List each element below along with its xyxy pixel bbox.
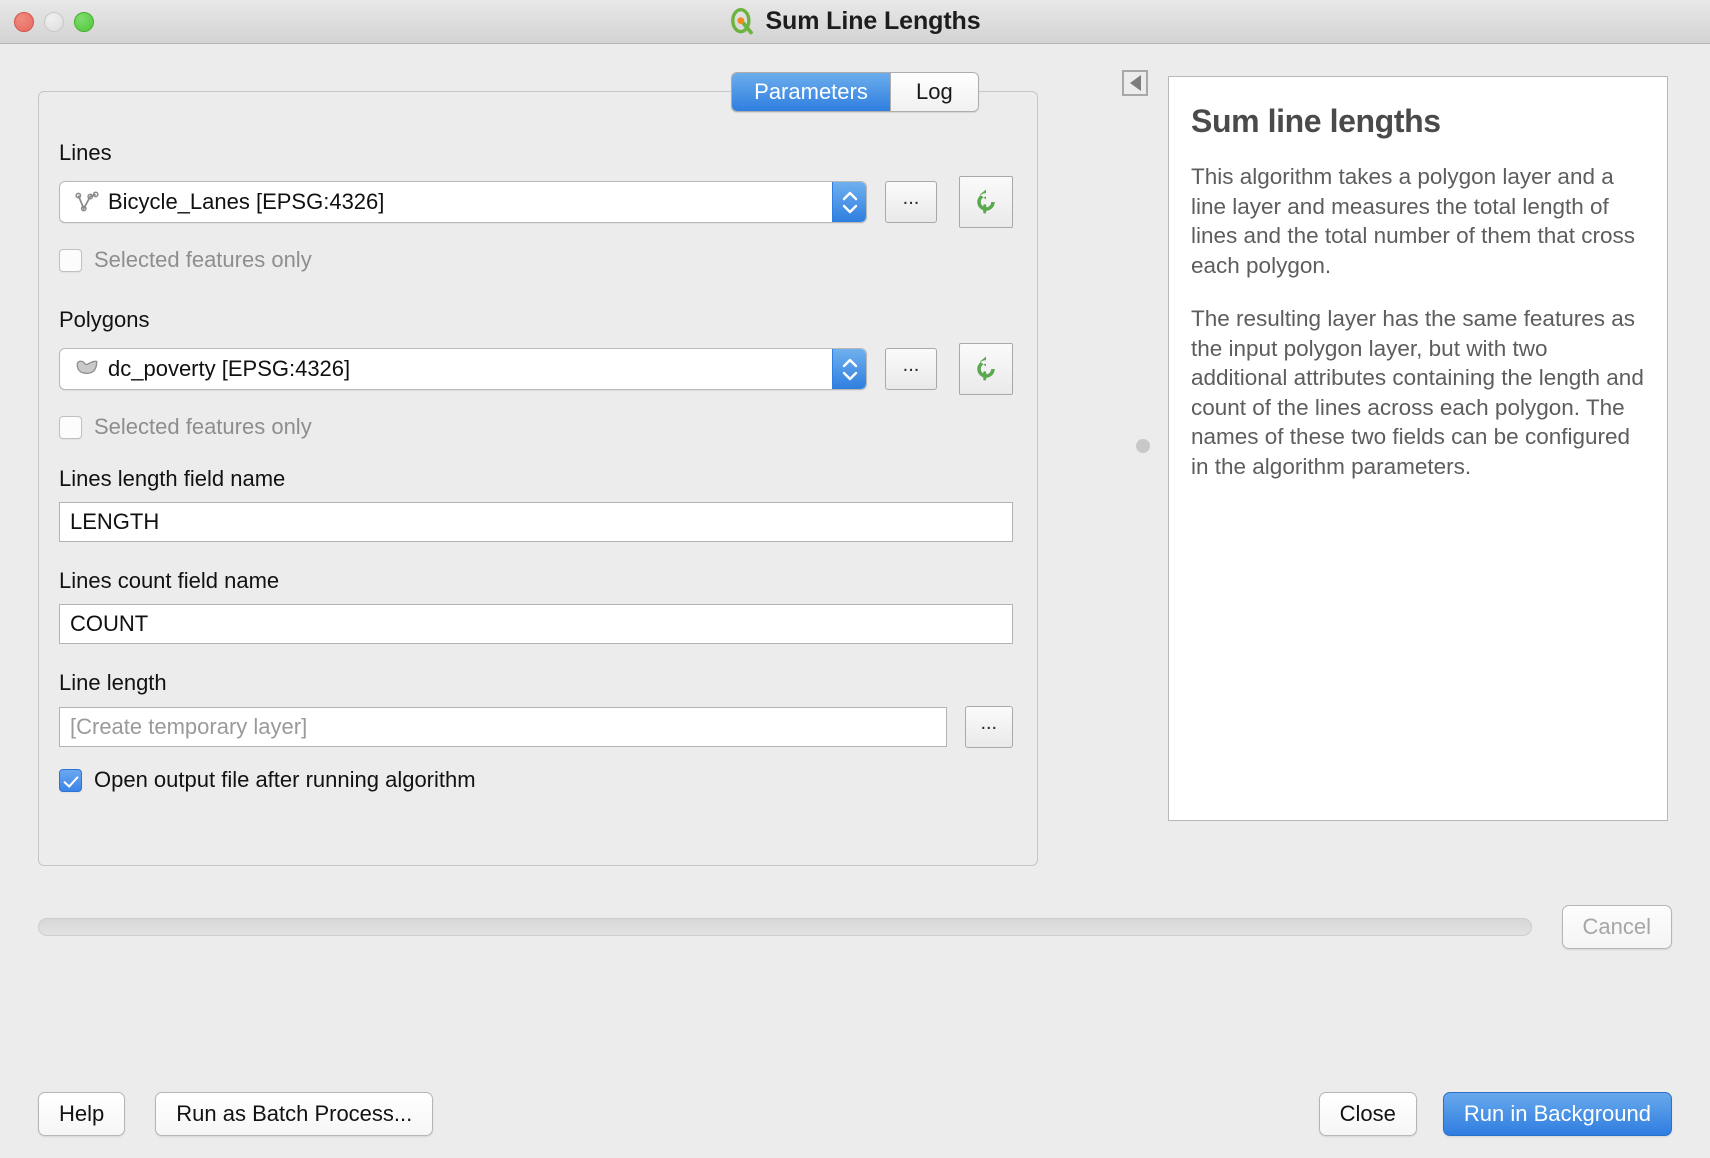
polygons-selected-only-label: Selected features only xyxy=(94,414,312,439)
output-browse-button[interactable]: ... xyxy=(964,706,1013,748)
tab-log[interactable]: Log xyxy=(889,73,978,111)
qgis-logo-icon xyxy=(731,8,754,35)
open-output-checkbox[interactable] xyxy=(59,768,82,792)
dialog-content: Parameters Log Lines Bicycle_Lanes [EPSG… xyxy=(0,44,1710,1158)
count-field-label: Lines count field name xyxy=(59,568,280,593)
progress-row: Cancel xyxy=(0,899,1710,955)
traffic-light-group xyxy=(14,0,94,44)
polygons-combo-value: dc_poverty [EPSG:4326] xyxy=(108,356,351,381)
line-layer-icon xyxy=(75,191,99,212)
help-paragraph-2: The resulting layer has the same feature… xyxy=(1191,306,1644,479)
run-in-background-button[interactable]: Run in Background xyxy=(1442,1092,1672,1136)
polygons-selected-only-checkbox[interactable] xyxy=(59,415,82,439)
open-output-row[interactable]: Open output file after running algorithm xyxy=(59,767,1013,793)
output-row: [Create temporary layer] ... xyxy=(59,706,1013,748)
lines-row: Bicycle_Lanes [EPSG:4326] ... xyxy=(59,176,1013,228)
polygons-row: dc_poverty [EPSG:4326] ... xyxy=(59,343,1013,395)
close-button[interactable] xyxy=(14,12,34,32)
chevron-up-icon xyxy=(842,358,857,367)
close-dialog-button[interactable]: Close xyxy=(1318,1092,1417,1136)
parameters-panel: Lines Bicycle_Lanes [EPSG:4326] ... Sele… xyxy=(38,91,1038,866)
length-field-input[interactable]: LENGTH xyxy=(59,502,1013,542)
polygons-label: Polygons xyxy=(59,307,150,332)
minimize-button[interactable] xyxy=(44,12,64,32)
dialog-button-bar: Help Run as Batch Process... Close Run i… xyxy=(0,1090,1710,1138)
polygons-refresh-button[interactable] xyxy=(959,343,1013,395)
refresh-icon xyxy=(977,356,995,381)
chevron-up-icon xyxy=(842,191,857,200)
window-title-group: Sum Line Lengths xyxy=(729,7,981,36)
lines-browse-button[interactable]: ... xyxy=(885,181,937,223)
zoom-button[interactable] xyxy=(74,12,94,32)
chevron-down-icon xyxy=(842,371,857,380)
lines-selected-only-row[interactable]: Selected features only xyxy=(59,247,1013,273)
chevron-down-icon xyxy=(842,204,857,213)
splitter-handle[interactable] xyxy=(1136,439,1150,453)
polygons-browse-button[interactable]: ... xyxy=(885,348,937,390)
count-field-input[interactable]: COUNT xyxy=(59,604,1013,644)
lines-selected-only-label: Selected features only xyxy=(94,247,312,272)
lines-combo[interactable]: Bicycle_Lanes [EPSG:4326] xyxy=(59,181,867,223)
help-button[interactable]: Help xyxy=(38,1092,126,1136)
window-titlebar: Sum Line Lengths xyxy=(0,0,1710,44)
lines-combo-value: Bicycle_Lanes [EPSG:4326] xyxy=(108,189,385,214)
polygons-selected-only-row[interactable]: Selected features only xyxy=(59,414,1013,440)
output-path-input[interactable]: [Create temporary layer] xyxy=(59,707,947,747)
help-panel: Sum line lengths This algorithm takes a … xyxy=(1168,76,1668,821)
window-title: Sum Line Lengths xyxy=(765,7,981,35)
open-output-label: Open output file after running algorithm xyxy=(94,767,476,792)
output-label: Line length xyxy=(59,670,167,695)
run-as-batch-process-button[interactable]: Run as Batch Process... xyxy=(155,1092,434,1136)
progress-bar xyxy=(38,918,1532,936)
cancel-button[interactable]: Cancel xyxy=(1561,905,1672,949)
polygon-layer-icon xyxy=(76,360,98,374)
polygons-combo-stepper[interactable] xyxy=(832,349,866,389)
lines-refresh-button[interactable] xyxy=(959,176,1013,228)
lines-selected-only-checkbox[interactable] xyxy=(59,248,82,272)
length-field-label: Lines length field name xyxy=(59,466,286,491)
tab-parameters[interactable]: Parameters xyxy=(732,73,890,111)
refresh-icon xyxy=(977,189,995,214)
help-paragraph-1: This algorithm takes a polygon layer and… xyxy=(1191,164,1635,278)
lines-combo-stepper[interactable] xyxy=(832,182,866,222)
lines-label: Lines xyxy=(59,140,112,165)
polygons-combo[interactable]: dc_poverty [EPSG:4326] xyxy=(59,348,867,390)
tab-bar: Parameters Log xyxy=(0,72,1710,112)
